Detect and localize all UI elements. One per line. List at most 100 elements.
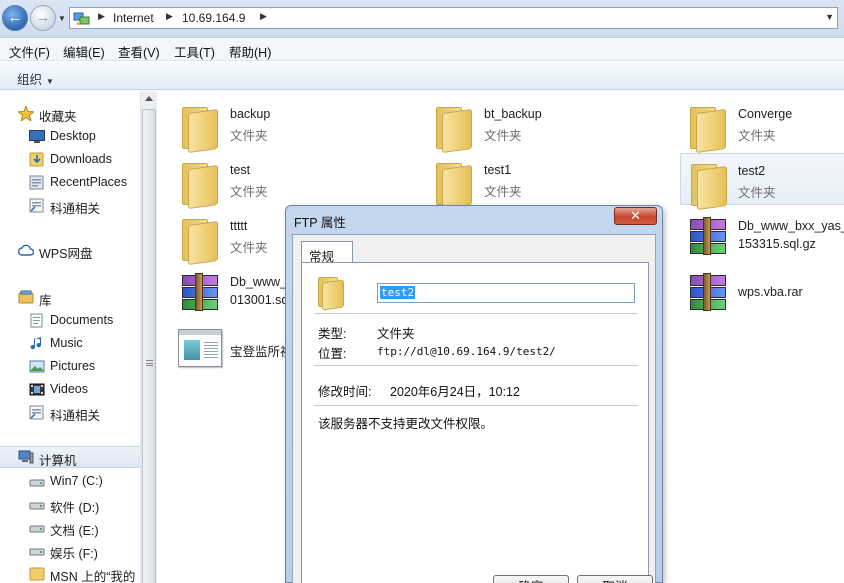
file-item[interactable]: backup 文件夹	[158, 97, 408, 154]
file-item[interactable]: bt_backup 文件夹	[412, 97, 662, 154]
videos-icon	[29, 382, 45, 397]
close-button[interactable]: ✕	[614, 207, 657, 225]
forward-button[interactable]: →	[30, 5, 56, 31]
nav-pane-scrollbar[interactable]	[140, 91, 157, 583]
navigation-bar: ← → ▼ ▶ Internet ▶ 10.69.164.9 ▶ ▼	[0, 0, 844, 38]
back-arrow-icon: ←	[7, 9, 23, 26]
file-item[interactable]: test1 文件夹	[412, 153, 662, 210]
computer-icon	[18, 450, 34, 465]
file-type: 文件夹	[738, 129, 776, 143]
breadcrumb-internet[interactable]: Internet	[113, 11, 154, 25]
winrar-icon	[686, 271, 734, 319]
file-name: test2	[738, 164, 766, 178]
recent-pages-dropdown[interactable]: ▼	[58, 14, 67, 23]
cloud-icon	[17, 243, 35, 258]
drive-icon	[29, 497, 45, 512]
location-label: 位置:	[318, 347, 347, 361]
separator	[314, 405, 638, 406]
nav-label: WPS网盘	[39, 247, 93, 261]
nav-label: 库	[39, 294, 52, 308]
nav-label: Pictures	[50, 359, 96, 373]
file-item[interactable]: Converge 文件夹	[666, 97, 844, 154]
file-item[interactable]: wps.vba.rar	[666, 265, 844, 317]
file-type: 文件夹	[484, 129, 522, 143]
scrollbar-thumb[interactable]	[142, 109, 156, 583]
address-bar[interactable]: ▶ Internet ▶ 10.69.164.9 ▶ ▼	[69, 7, 838, 29]
file-name: ttttt	[230, 219, 248, 233]
drive-icon	[29, 543, 45, 558]
nav-label: 软件 (D:)	[50, 501, 100, 515]
folder-icon	[687, 160, 735, 211]
cancel-button[interactable]: 取消	[577, 575, 653, 583]
ok-button[interactable]: 确定	[493, 575, 569, 583]
file-name-line2: 013001.sq	[230, 293, 289, 307]
menu-file[interactable]: 文件(F)	[9, 42, 50, 61]
forward-arrow-icon: →	[35, 9, 51, 26]
documents-icon	[29, 313, 45, 328]
file-name: test1	[484, 163, 512, 177]
organize-label: 组织	[17, 73, 43, 87]
nav-label: 计算机	[39, 454, 77, 468]
dialog-body: 常规 test2 类型: 文件夹 位置: ftp://dl@10.69.164.…	[292, 234, 656, 583]
breadcrumb-separator-icon[interactable]: ▶	[166, 11, 173, 22]
file-item-hovered[interactable]: test2 文件夹	[680, 153, 844, 211]
library-icon	[18, 290, 34, 305]
folder-icon	[432, 103, 480, 154]
close-icon: ✕	[630, 208, 641, 223]
menu-edit[interactable]: 编辑(E)	[63, 42, 105, 61]
folder-icon	[178, 103, 226, 154]
folder-icon	[432, 159, 480, 210]
file-name: backup	[230, 107, 271, 121]
file-name: 宝登监所视	[230, 345, 293, 359]
nav-label: 文档 (E:)	[50, 524, 99, 538]
address-dropdown-icon[interactable]: ▼	[825, 12, 834, 22]
modified-label: 修改时间:	[318, 385, 372, 399]
permission-note: 该服务器不支持更改文件权限。	[318, 417, 494, 431]
menu-help[interactable]: 帮助(H)	[229, 42, 271, 61]
back-button[interactable]: ←	[2, 5, 28, 31]
dialog-title: FTP 属性	[294, 216, 346, 230]
folder-icon	[29, 566, 45, 581]
nav-label: Downloads	[50, 152, 112, 166]
breadcrumb-host[interactable]: 10.69.164.9	[182, 11, 245, 25]
nav-label: Videos	[50, 382, 88, 396]
name-field-selected-text: test2	[380, 286, 416, 299]
file-type: 文件夹	[230, 129, 268, 143]
menu-bar: 文件(F) 编辑(E) 查看(V) 工具(T) 帮助(H)	[0, 39, 844, 61]
name-field[interactable]: test2	[377, 283, 635, 303]
menu-tools[interactable]: 工具(T)	[174, 42, 215, 61]
grip-icon	[146, 360, 153, 366]
file-type: 文件夹	[230, 185, 268, 199]
chevron-down-icon: ▼	[46, 77, 54, 86]
file-item[interactable]: Db_www_bxx_yas_s 153315.sql.gz	[666, 209, 844, 261]
file-name-line2: 153315.sql.gz	[738, 237, 816, 251]
scroll-up-arrow-icon[interactable]	[145, 96, 153, 101]
nav-label: 科通相关	[50, 409, 101, 423]
nav-label: 娱乐 (F:)	[50, 547, 98, 561]
shortcut-icon	[29, 405, 45, 420]
file-name: Converge	[738, 107, 793, 121]
recent-places-icon	[29, 175, 45, 190]
file-name: bt_backup	[484, 107, 542, 121]
tab-page-general: test2 类型: 文件夹 位置: ftp://dl@10.69.164.9/t…	[301, 262, 649, 583]
folder-icon	[316, 277, 350, 311]
file-type: 文件夹	[738, 186, 776, 200]
menu-view[interactable]: 查看(V)	[118, 42, 160, 61]
type-value: 文件夹	[377, 327, 415, 341]
winrar-icon	[686, 215, 734, 263]
downloads-folder-icon	[29, 152, 45, 167]
command-bar: 组织 ▼	[0, 62, 844, 90]
file-name: test	[230, 163, 251, 177]
location-value: ftp://dl@10.69.164.9/test2/	[377, 345, 556, 358]
separator	[314, 313, 638, 314]
organize-button[interactable]: 组织 ▼	[17, 69, 54, 88]
breadcrumb-separator-icon[interactable]: ▶	[98, 11, 105, 22]
tab-general[interactable]: 常规	[301, 241, 353, 264]
breadcrumb-separator-icon[interactable]: ▶	[260, 11, 267, 22]
winrar-icon	[178, 271, 226, 319]
file-type: 文件夹	[230, 241, 268, 255]
file-item[interactable]: test 文件夹	[158, 153, 408, 210]
nav-label: 收藏夹	[39, 110, 77, 124]
desktop-icon	[29, 129, 45, 144]
file-name: Db_www_l	[230, 275, 290, 289]
